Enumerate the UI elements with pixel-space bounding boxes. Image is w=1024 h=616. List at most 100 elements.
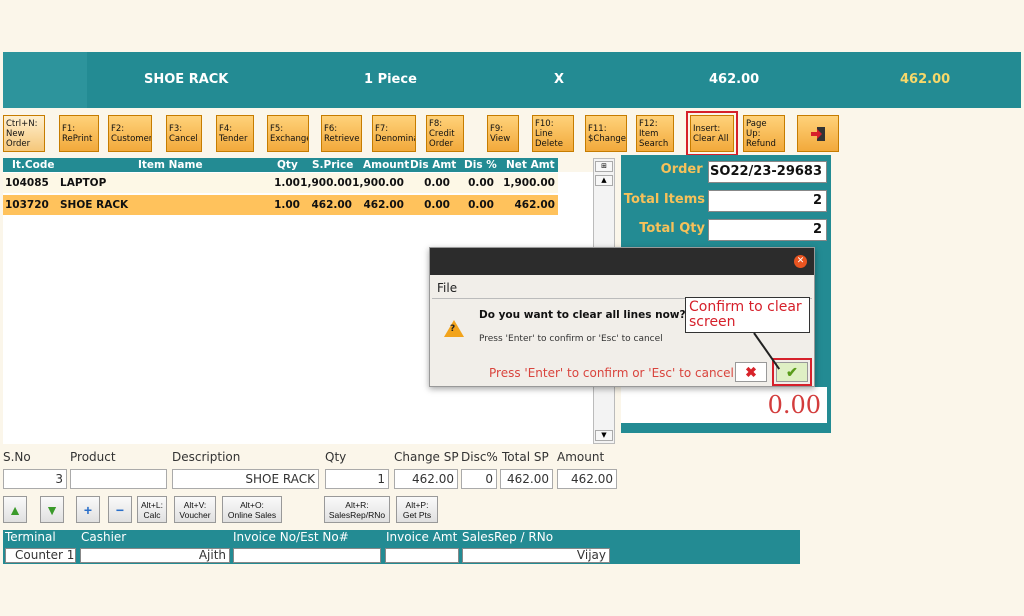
file-menu[interactable]: File (437, 281, 457, 295)
arrow-down-icon[interactable]: ▼ (40, 496, 64, 523)
cell-disamt: 0.00 (424, 177, 450, 189)
exit-button[interactable] (797, 115, 839, 152)
dialog-cancel-button[interactable]: ✖ (735, 362, 767, 382)
retrieve-button[interactable]: F6: Retrieve (321, 115, 362, 152)
scroll-down-icon[interactable]: ▼ (595, 430, 613, 441)
label-amount: Amount (557, 450, 605, 464)
item-image-placeholder (3, 52, 87, 108)
cell-itcode: 104085 (5, 177, 49, 189)
view-button[interactable]: F9: View (487, 115, 519, 152)
amount-field[interactable]: 462.00 (557, 469, 617, 489)
total-qty-value: 2 (708, 219, 827, 241)
warning-icon-mark: ? (450, 324, 456, 334)
multiply-sign: X (554, 72, 565, 87)
current-item-bar: SHOE RACK 1 Piece X 462.00 462.00 (3, 52, 1021, 108)
cashier-label: Cashier (81, 530, 127, 544)
label-description: Description (172, 450, 241, 464)
current-item-name: SHOE RACK (144, 72, 229, 87)
voucher-button[interactable]: Alt+V: Voucher (174, 496, 216, 523)
total-items-value: 2 (708, 190, 827, 212)
change-button[interactable]: F11: $Change (585, 115, 627, 152)
exchange-button[interactable]: F5: Exchange (267, 115, 309, 152)
cashier-value: Ajith (80, 548, 230, 563)
exit-icon (811, 126, 825, 141)
balance-amount: 0.00 (621, 387, 827, 423)
disc-field[interactable]: 0 (461, 469, 497, 489)
product-field[interactable] (70, 469, 167, 489)
label-disc: Disc% (461, 450, 498, 464)
col-itcode: It.Code (12, 159, 55, 171)
change-sp-field[interactable]: 462.00 (394, 469, 458, 489)
col-netamt: Net Amt (506, 159, 555, 171)
arrow-up-icon[interactable]: ▲ (3, 496, 27, 523)
cell-amount: 462.00 (363, 199, 404, 211)
total-sp-field[interactable]: 462.00 (500, 469, 553, 489)
line-delete-button[interactable]: F10: Line Delete (532, 115, 574, 152)
clear-all-button[interactable]: Insert: Clear All (686, 111, 738, 156)
terminal-value: Counter 1 (5, 548, 76, 563)
col-disamt: Dis Amt (410, 159, 457, 171)
remove-line-icon[interactable]: − (108, 496, 132, 523)
calc-button[interactable]: Alt+L: Calc (137, 496, 167, 523)
dialog-question: Do you want to clear all lines now? (479, 309, 686, 321)
table-row[interactable]: 104085 LAPTOP 1.00 1,900.00 1,900.00 0.0… (3, 173, 558, 193)
table-row[interactable]: 103720 SHOE RACK 1.00 462.00 462.00 0.00… (3, 195, 558, 215)
total-items-label: Total Items (623, 192, 705, 207)
col-itemname: Item Name (138, 159, 203, 171)
cancel-button[interactable]: F3: Cancel (166, 115, 202, 152)
grid-options-icon[interactable]: ⊞ (595, 161, 613, 172)
cell-sprice: 1,900.00 (300, 177, 352, 189)
label-product: Product (70, 450, 116, 464)
online-sales-button[interactable]: Alt+O: Online Sales (222, 496, 282, 523)
cell-amount: 1,900.00 (352, 177, 404, 189)
cell-dispct: 0.00 (468, 177, 494, 189)
cell-sprice: 462.00 (311, 199, 352, 211)
status-footer: Terminal Cashier Invoice No/Est No# Invo… (3, 530, 800, 564)
invoice-no-label: Invoice No/Est No# (233, 530, 349, 544)
dialog-confirm-button[interactable]: ✔ (772, 358, 812, 386)
confirm-callout: Confirm to clear screen (685, 297, 810, 333)
credit-order-button[interactable]: F8: Credit Order (426, 115, 464, 152)
item-search-button[interactable]: F12: Item Search (636, 115, 674, 152)
cell-disamt: 0.00 (424, 199, 450, 211)
description-field[interactable]: SHOE RACK (172, 469, 319, 489)
reprint-button[interactable]: F1: RePrint (59, 115, 99, 152)
total-qty-label: Total Qty (639, 221, 705, 236)
refund-button[interactable]: Page Up: Refund (743, 115, 785, 152)
new-order-button[interactable]: Ctrl+N: New Order (3, 115, 45, 152)
cell-itcode: 103720 (5, 199, 49, 211)
cell-qty: 1.00 (274, 199, 300, 211)
label-total-sp: Total SP (502, 450, 549, 464)
current-item-price: 462.00 (709, 72, 760, 87)
current-item-qty: 1 Piece (364, 72, 417, 87)
col-sprice: S.Price (312, 159, 354, 171)
col-amount: Amount (363, 159, 410, 171)
close-icon[interactable]: ✕ (794, 255, 807, 268)
terminal-label: Terminal (5, 530, 56, 544)
label-sno: S.No (3, 450, 31, 464)
cell-qty: 1.00 (274, 177, 300, 189)
denomination-button[interactable]: F7: Denomina (372, 115, 416, 152)
salesrep-button[interactable]: Alt+R: SalesRep/RNo (324, 496, 390, 523)
customer-button[interactable]: F2: Customer (108, 115, 152, 152)
col-qty: Qty (277, 159, 298, 171)
col-dispct: Dis % (464, 159, 497, 171)
add-line-icon[interactable]: + (76, 496, 100, 523)
invoice-amt-value (385, 548, 459, 563)
salesrep-value: Vijay (462, 548, 610, 563)
cell-dispct: 0.00 (468, 199, 494, 211)
invoice-amt-label: Invoice Amt (386, 530, 458, 544)
get-points-button[interactable]: Alt+P: Get Pts (396, 496, 438, 523)
sno-field[interactable]: 3 (3, 469, 67, 489)
invoice-no-value (233, 548, 381, 563)
label-qty: Qty (325, 450, 347, 464)
cell-netamt: 462.00 (514, 199, 555, 211)
tender-button[interactable]: F4: Tender (216, 115, 254, 152)
label-change-sp: Change SP (394, 450, 459, 464)
dialog-hint: Press 'Enter' to confirm or 'Esc' to can… (479, 334, 663, 344)
qty-field[interactable]: 1 (325, 469, 389, 489)
order-no-value: SO22/23-29683 (708, 161, 827, 183)
scroll-up-icon[interactable]: ▲ (595, 175, 613, 186)
current-item-total: 462.00 (900, 72, 951, 87)
cell-itemname: LAPTOP (60, 177, 107, 189)
